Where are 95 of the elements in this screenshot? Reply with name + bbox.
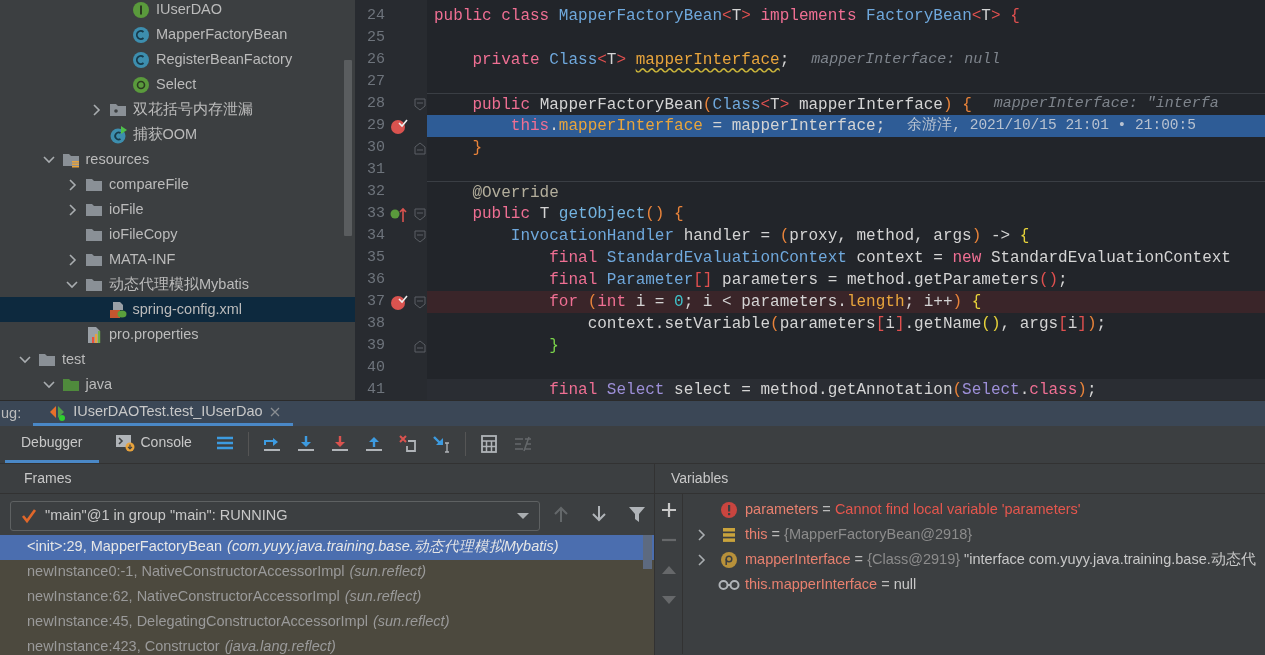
tree-item[interactable]: ioFileCopy	[0, 222, 355, 247]
tree-item[interactable]: resources	[0, 147, 355, 172]
code-line: }	[548, 336, 559, 357]
line-number: 40	[366, 357, 385, 378]
line-number: 35	[366, 247, 385, 268]
line-number: 26	[366, 49, 385, 70]
pane-title: Variables	[671, 468, 729, 488]
variable-entry: this.mapperInterface = null	[745, 575, 917, 595]
code-line: final StandardEvaluationContext context = new StandardEvaluationContext	[548, 248, 1231, 269]
variable-entry: mapperInterface = {Class@2919} "interface com.yuyy.java.training.base.动态代	[745, 550, 1256, 570]
inlay-hint: mapperInterface: null	[811, 49, 1001, 70]
tree-item[interactable]: test	[0, 347, 355, 372]
variable-entry: parameters = Cannot find local variable 'parameters'	[745, 500, 1081, 520]
line-number: 28	[366, 93, 385, 114]
code-line: final Parameter[] parameters = method.getParameters();	[548, 270, 1068, 291]
variable-entry: this = {MapperFactoryBean@2918}	[745, 525, 973, 545]
line-number: 34	[366, 225, 385, 246]
tree-item[interactable]: 捕获OOM	[0, 122, 355, 147]
line-number: 29	[366, 115, 385, 136]
scrollbar[interactable]	[643, 534, 652, 569]
line-number: 33	[366, 203, 385, 224]
tree-item[interactable]: 双花括号内存泄漏	[0, 97, 355, 122]
line-number: 24	[366, 5, 385, 26]
properties-file-icon	[85, 325, 103, 344]
plus-icon	[660, 501, 677, 518]
code-line: public MapperFactoryBean(Class<T> mapperInterface) {	[471, 94, 972, 116]
code-line: final Select select = method.getAnnotation(Select.class);	[548, 380, 1097, 400]
line-number: 38	[366, 313, 385, 334]
line-number: 37	[366, 291, 385, 312]
pane-title: Frames	[24, 468, 72, 488]
code-line: @Override	[471, 182, 559, 204]
interface-icon	[132, 0, 150, 19]
class-icon	[132, 50, 150, 69]
tree-item[interactable]: compareFile	[0, 172, 355, 197]
code-line: public class MapperFactoryBean<T> implements FactoryBean<T> {	[434, 6, 1020, 27]
stack-icon	[720, 526, 738, 545]
tree-item[interactable]: MapperFactoryBean	[0, 22, 355, 47]
tree-item[interactable]: ioFile	[0, 197, 355, 222]
arrow-down-icon	[590, 505, 609, 524]
tree-item[interactable]: pro.properties	[0, 322, 355, 347]
stack-frame[interactable]: <init>:29, MapperFactoryBean (com.yuyy.java.training.base.动态代理模拟Mybatis)	[0, 534, 654, 560]
line-number: 36	[366, 269, 385, 290]
tree-item[interactable]: IUserDAO	[0, 0, 355, 22]
tree-item[interactable]: spring-config.xml	[0, 297, 355, 322]
line-number: 32	[366, 181, 385, 202]
check-icon	[21, 507, 37, 524]
implements-icon[interactable]	[390, 205, 408, 223]
code-line: }	[471, 138, 482, 159]
stack-frame[interactable]: newInstance:45, DelegatingConstructorAccessorImpl (sun.reflect)	[0, 609, 654, 635]
line-number: 39	[366, 335, 385, 356]
close-icon[interactable]	[268, 405, 281, 418]
scrollbar[interactable]	[344, 60, 352, 236]
code-line: context.setVariable(parameters[i].getName(), args[i]);	[586, 314, 1107, 335]
line-number: 41	[366, 379, 385, 400]
class-icon	[132, 25, 150, 44]
triangle-up-icon	[660, 564, 677, 575]
panel-tab[interactable]: Debugger	[5, 425, 99, 464]
breakpoint-icon[interactable]	[390, 293, 408, 311]
xml-file-icon	[108, 300, 127, 319]
triangle-down-icon	[660, 594, 677, 605]
calculator-icon	[478, 434, 499, 455]
line-number: 30	[366, 137, 385, 158]
tree-item[interactable]: java	[0, 372, 355, 397]
stack-frame[interactable]: newInstance:62, NativeConstructorAccessorImpl (sun.reflect)	[0, 584, 654, 610]
inlay-hint: mapperInterface: "interfa	[993, 94, 1219, 115]
code-line: private Class<T> mapperInterface;	[471, 50, 790, 71]
error-icon	[720, 501, 738, 520]
code-editor[interactable]	[427, 0, 1265, 400]
tree-item[interactable]: Select	[0, 72, 355, 97]
blame-annotation: 余游洋, 2021/10/15 21:01 • 21:00:5	[907, 116, 1196, 136]
code-line: InvocationHandler handler = (proxy, method, args) -> {	[509, 226, 1030, 247]
panel-tab[interactable]: Console	[98, 425, 208, 464]
filter-icon	[628, 505, 647, 524]
code-line: this.mapperInterface = mapperInterface;	[509, 116, 886, 137]
dropdown-arrow-icon	[517, 511, 530, 520]
console-icon	[114, 433, 135, 452]
stack-frame[interactable]: newInstance:423, Constructor (java.lang.reflect)	[0, 634, 654, 655]
parameter-icon	[720, 551, 738, 570]
tree-item[interactable]: RegisterBeanFactory	[0, 47, 355, 72]
line-number: 25	[366, 27, 385, 48]
tree-item[interactable]: 动态代理模拟Mybatis	[0, 272, 355, 297]
code-line: public T getObject() {	[471, 204, 684, 225]
drop-frame-icon	[397, 434, 418, 455]
thread-dropdown[interactable]: "main"@1 in group "main": RUNNING	[10, 500, 541, 531]
runnable-class-icon	[108, 125, 127, 144]
tree-item[interactable]: MATA-INF	[0, 247, 355, 272]
annotation-icon	[132, 75, 150, 94]
line-number: 27	[366, 71, 385, 92]
panel-title: ug:	[1, 403, 22, 423]
run-to-cursor-icon	[431, 434, 452, 455]
breakpoint-icon[interactable]	[390, 117, 408, 135]
line-number: 31	[366, 159, 385, 180]
stack-frame[interactable]: newInstance0:-1, NativeConstructorAccessorImpl (sun.reflect)	[0, 559, 654, 585]
code-line: for (int i = 0; i < parameters.length; i++) {	[548, 292, 982, 313]
minus-icon	[660, 537, 677, 542]
